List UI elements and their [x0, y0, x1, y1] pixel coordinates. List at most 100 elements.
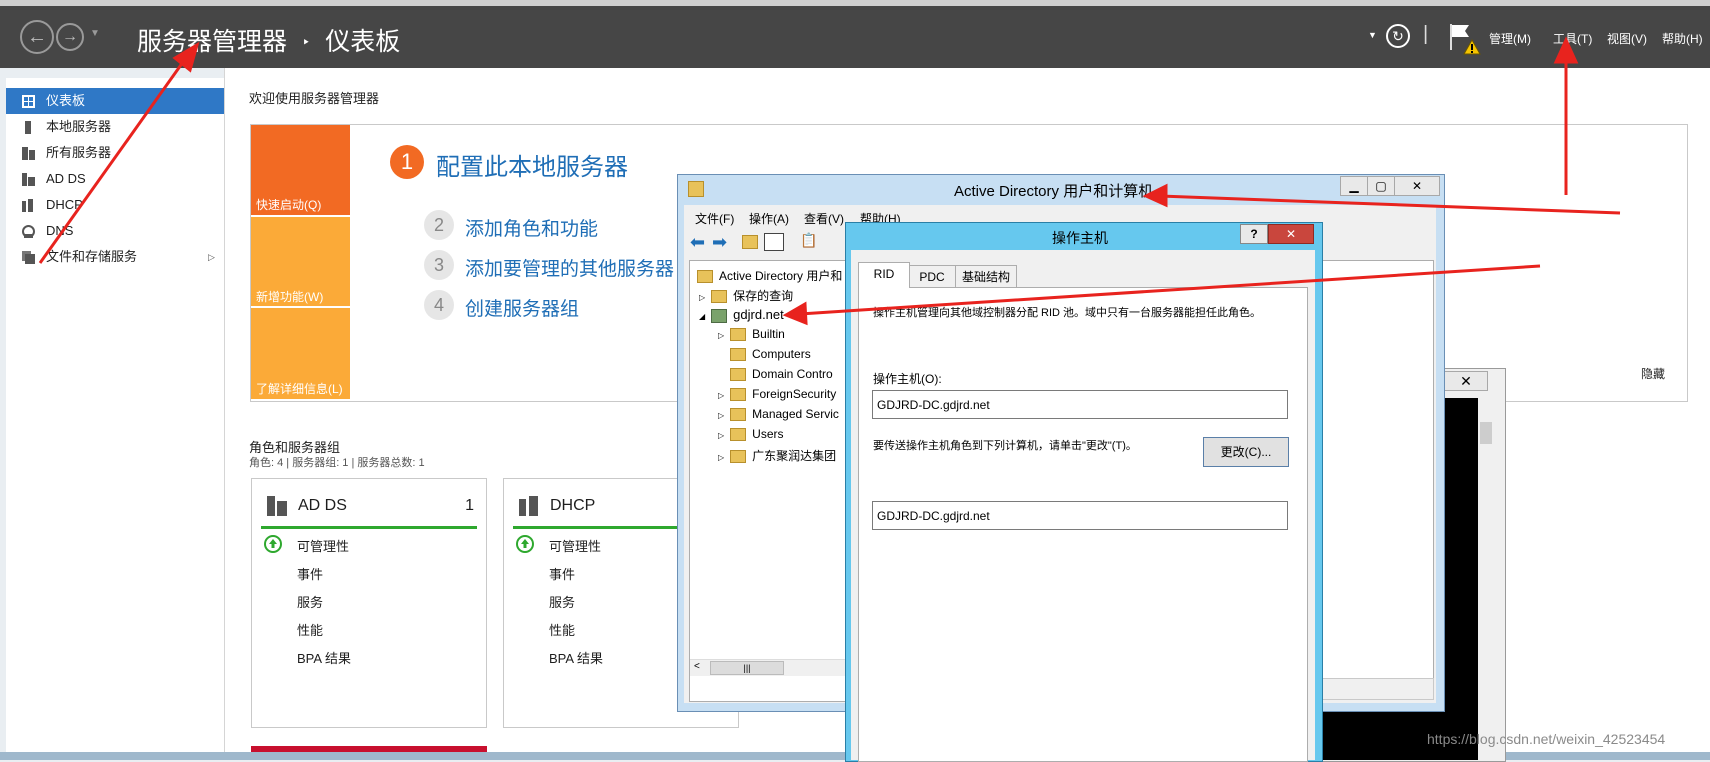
window-title-strip: [0, 0, 1710, 6]
dialog-help-button[interactable]: ?: [1240, 224, 1268, 244]
notifications-flag-icon[interactable]: [1447, 22, 1481, 61]
watermark: https://blog.csdn.net/weixin_42523454: [1427, 731, 1666, 747]
aduc-menu-action[interactable]: 操作(A): [749, 210, 789, 227]
card-row-bpa[interactable]: BPA 结果: [549, 648, 603, 667]
dhcp-icon: [22, 199, 33, 212]
scroll-left-icon[interactable]: <: [694, 661, 700, 672]
card-row-services[interactable]: 服务: [297, 592, 323, 611]
tree-item-root[interactable]: Active Directory 用户和: [697, 267, 842, 284]
sidebar-item-all-servers[interactable]: 所有服务器: [6, 140, 224, 166]
aduc-menu-file[interactable]: 文件(F): [695, 210, 734, 227]
history-dropdown-icon[interactable]: ▼: [90, 28, 100, 39]
owner-label: 操作主机(O):: [873, 372, 942, 386]
card-title: DHCP: [550, 497, 596, 514]
tree-item-saved-queries[interactable]: ▷ 保存的查询: [699, 287, 793, 304]
step-2-number: 2: [424, 210, 454, 240]
card-row-events[interactable]: 事件: [297, 564, 323, 583]
sidebar-item-label: 仪表板: [46, 93, 86, 108]
console-scrollbar[interactable]: [1478, 400, 1496, 760]
status-bar: [261, 526, 477, 529]
toolbar-divider: |: [1423, 23, 1429, 45]
storage-icon: [22, 251, 35, 264]
tree-item-managed-service[interactable]: ▷ Managed Servic: [718, 407, 839, 422]
change-button[interactable]: 更改(C)...: [1203, 437, 1289, 467]
card-count: 1: [465, 497, 474, 514]
sidebar-item-local-server[interactable]: 本地服务器: [6, 114, 224, 140]
target-computer-field[interactable]: GDJRD-DC.gdjrd.net: [872, 501, 1288, 530]
card-row-bpa[interactable]: BPA 结果: [297, 648, 351, 667]
card-row-services[interactable]: 服务: [549, 592, 575, 611]
forward-button[interactable]: →: [56, 23, 84, 51]
card-title: AD DS: [298, 497, 347, 514]
configure-local-server-link[interactable]: 配置此本地服务器: [436, 147, 628, 182]
menu-tools[interactable]: 工具(T): [1553, 30, 1592, 47]
tree-item-domain-controllers[interactable]: Domain Contro: [730, 367, 833, 382]
servers-icon: [22, 147, 35, 160]
sidebar-item-label: 文件和存储服务: [46, 249, 138, 264]
tree-scroll-thumb[interactable]: |||: [710, 661, 784, 675]
dns-icon: [22, 225, 35, 238]
add-servers-link[interactable]: 添加要管理的其他服务器: [465, 254, 674, 281]
sidebar-item-dashboard[interactable]: 仪表板: [6, 88, 224, 114]
back-arrow-icon[interactable]: ⬅: [690, 232, 705, 253]
card-row-manageability[interactable]: 可管理性: [549, 536, 601, 555]
aduc-detail-pane: [1320, 260, 1434, 700]
sidebar-item-dns[interactable]: DNS: [6, 218, 224, 244]
transfer-instruction: 要传送操作主机角色到下列计算机，请单击"更改"(T)。: [873, 440, 1137, 452]
whats-new-label: 新增功能(W): [256, 290, 324, 304]
roles-subtitle: 角色: 4 | 服务器组: 1 | 服务器总数: 1: [249, 457, 425, 469]
dialog-close-button[interactable]: ✕: [1268, 224, 1314, 244]
menu-view[interactable]: 视图(V): [1607, 30, 1647, 47]
back-button[interactable]: ←: [20, 20, 54, 54]
app-name: 服务器管理器: [137, 28, 288, 56]
aduc-close-button[interactable]: ✕: [1394, 176, 1440, 196]
refresh-dropdown-icon[interactable]: ▼: [1368, 30, 1377, 40]
tree-item-foreign-security[interactable]: ▷ ForeignSecurity: [718, 387, 836, 402]
learn-more-label: 了解详细信息(L): [256, 382, 343, 396]
dhcp-icon: [519, 496, 538, 516]
card-row-events[interactable]: 事件: [549, 564, 575, 583]
show-tree-icon[interactable]: [764, 233, 784, 251]
console-close-button[interactable]: ✕: [1444, 371, 1488, 391]
card-row-performance[interactable]: 性能: [549, 620, 575, 639]
card-row-manageability[interactable]: 可管理性: [297, 536, 349, 555]
aduc-maximize-button[interactable]: ▢: [1367, 176, 1395, 196]
refresh-icon[interactable]: ↻: [1386, 24, 1410, 48]
hide-link[interactable]: 隐藏: [1641, 365, 1665, 382]
tree-item-builtin[interactable]: ▷ Builtin: [718, 327, 785, 342]
clipboard-icon[interactable]: 📋: [800, 232, 817, 249]
card-row-performance[interactable]: 性能: [297, 620, 323, 639]
sidebar-item-label: DHCP: [46, 197, 83, 212]
aduc-minimize-button[interactable]: ▁: [1340, 176, 1368, 196]
forward-arrow-icon[interactable]: ➡: [712, 232, 727, 253]
menu-manage[interactable]: 管理(M): [1489, 30, 1531, 47]
tab-rid[interactable]: RID: [858, 262, 910, 288]
step-3-number: 3: [424, 250, 454, 280]
sidebar-item-file-storage[interactable]: 文件和存储服务 ▷: [6, 244, 224, 270]
create-group-link[interactable]: 创建服务器组: [465, 294, 579, 321]
up-folder-icon[interactable]: [742, 235, 758, 249]
expand-arrow-icon[interactable]: ▷: [208, 244, 215, 270]
sidebar-item-ad-ds[interactable]: AD DS: [6, 166, 224, 192]
tree-hscrollbar[interactable]: < |||: [690, 659, 848, 676]
add-roles-link[interactable]: 添加角色和功能: [465, 214, 598, 241]
aduc-status-bar: [1320, 678, 1434, 700]
console-scroll-thumb[interactable]: [1480, 422, 1492, 444]
ad-ds-icon: [22, 173, 35, 186]
aduc-menu-view[interactable]: 查看(V): [804, 210, 844, 227]
sidebar-item-label: DNS: [46, 223, 74, 238]
sidebar-item-dhcp[interactable]: DHCP: [6, 192, 224, 218]
ad-ds-icon: [267, 496, 287, 516]
menu-help[interactable]: 帮助(H): [1662, 30, 1703, 47]
tree-item-users[interactable]: ▷ Users: [718, 427, 784, 442]
tree-item-computers[interactable]: Computers: [730, 347, 811, 362]
owner-field[interactable]: GDJRD-DC.gdjrd.net: [872, 390, 1288, 419]
role-card-ad-ds[interactable]: AD DS 1 可管理性 事件 服务 性能 BPA 结果: [251, 478, 487, 728]
dashboard-icon: [22, 95, 35, 108]
tab-infrastructure[interactable]: 基础结构: [955, 265, 1017, 288]
tab-pdc[interactable]: PDC: [908, 265, 956, 288]
tree-item-ou[interactable]: ▷ 广东聚润达集团: [718, 447, 836, 464]
breadcrumb: 服务器管理器 ‣ 仪表板: [137, 22, 400, 58]
quick-start-label: 快速启动(Q): [256, 198, 322, 212]
tree-item-domain[interactable]: ◢ gdjrd.net: [699, 307, 784, 323]
